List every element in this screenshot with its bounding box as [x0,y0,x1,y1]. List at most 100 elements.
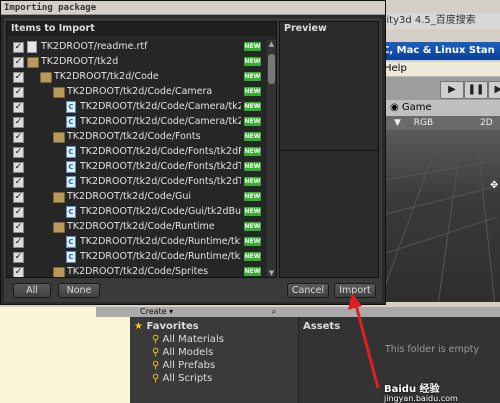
create-button[interactable]: Create [140,307,167,316]
dropdown-arrow-icon[interactable]: ▼ [394,118,401,128]
new-badge: NEW [244,222,261,231]
browser-tab-title: nity3d 4.5_百度搜索 [380,13,500,29]
items-to-import-panel: Items to Import ✓ TK2DROOT/readme.rtf NEW ✓… [6,21,277,278]
new-badge: NEW [244,117,261,126]
new-badge: NEW [244,162,261,171]
item-checkbox[interactable]: ✓ [13,132,24,143]
rgb-dropdown[interactable]: RGB [414,118,433,128]
favorite-item-label: All Materials [162,334,224,345]
item-checkbox[interactable]: ✓ [13,177,24,188]
item-label: TK2DROOT/tk2d/Code/Sprites [67,266,209,277]
favorite-item[interactable]: ⚲ All Materials [152,333,224,346]
item-label: TK2DROOT/tk2d/Code/Camera/tk2dC [80,101,241,112]
new-badge: NEW [244,72,261,81]
new-badge: NEW [244,207,261,216]
pause-button[interactable]: ❚❚ [464,81,488,99]
import-item-row[interactable]: ✓ TK2DROOT/tk2d NEW [9,55,265,69]
create-dropdown-icon[interactable]: ▾ [169,307,173,316]
step-button[interactable]: ▶| [488,81,500,99]
search-icon: ⚲ [152,347,160,358]
item-checkbox[interactable]: ✓ [13,72,24,83]
favorite-item[interactable]: ⚲ All Scripts [152,372,212,385]
import-item-row[interactable]: ✓ C TK2DROOT/tk2d/Code/Fonts/tk2dTe NEW [9,160,265,174]
item-label: TK2DROOT/tk2d/Code/Runtime/tk2dR [80,251,241,262]
item-checkbox[interactable]: ✓ [13,147,24,158]
favorite-item[interactable]: ⚲ All Models [152,346,213,359]
import-item-row[interactable]: ✓ C TK2DROOT/tk2d/Code/Fonts/tk2dTe NEW [9,175,265,189]
import-item-row[interactable]: ✓ TK2DROOT/tk2d/Code/Sprites NEW [9,265,265,277]
import-item-row[interactable]: ✓ C TK2DROOT/tk2d/Code/Runtime/tk2dE NEW [9,235,265,249]
item-checkbox[interactable]: ✓ [13,87,24,98]
item-label: TK2DROOT/tk2d/Code/Camera/tk2dC [80,116,241,127]
favorites-header[interactable]: ★ Favorites [134,320,199,333]
favorites-title: Favorites [146,321,199,332]
menu-help[interactable]: Help [384,63,407,74]
item-label: TK2DROOT/tk2d/Code/Runtime/tk2dE [80,236,241,247]
item-checkbox[interactable]: ✓ [13,192,24,203]
scroll-thumb[interactable] [268,54,275,84]
import-button[interactable]: Import [334,283,376,298]
item-label: TK2DROOT/tk2d/Code/Runtime [67,221,215,232]
game-tab[interactable]: ◉ Game [380,100,500,116]
import-item-row[interactable]: ✓ TK2DROOT/readme.rtf NEW [9,40,265,54]
item-checkbox[interactable]: ✓ [13,237,24,248]
import-item-row[interactable]: ✓ TK2DROOT/tk2d/Code NEW [9,70,265,84]
import-item-row[interactable]: ✓ TK2DROOT/tk2d/Code/Camera NEW [9,85,265,99]
import-item-row[interactable]: ✓ TK2DROOT/tk2d/Code/Fonts NEW [9,130,265,144]
baidu-watermark-url: jingyan.baidu.com [384,394,458,403]
folder-icon [27,57,39,68]
item-checkbox[interactable]: ✓ [13,252,24,263]
item-checkbox[interactable]: ✓ [13,162,24,173]
play-button[interactable]: ▶ [440,81,464,99]
select-none-button[interactable]: None [58,283,100,298]
import-item-row[interactable]: ✓ TK2DROOT/tk2d/Code/Gui NEW [9,190,265,204]
folder-icon [53,192,65,203]
import-item-row[interactable]: ✓ TK2DROOT/tk2d/Code/Runtime NEW [9,220,265,234]
folder-icon [53,87,65,98]
cursor-icon: ✥ [490,180,499,191]
item-label: TK2DROOT/tk2d/Code/Gui/tk2dButto [80,206,241,217]
item-checkbox[interactable]: ✓ [13,117,24,128]
preview-header: Preview [280,22,378,36]
game-view-icon: ◉ [390,102,399,113]
item-checkbox[interactable]: ✓ [13,102,24,113]
folder-icon [53,222,65,233]
game-tab-label: Game [401,102,432,113]
import-item-row[interactable]: ✓ C TK2DROOT/tk2d/Code/Runtime/tk2dR NEW [9,250,265,264]
tree-scrollbar[interactable]: ▲ ▼ [267,40,276,277]
new-badge: NEW [244,192,261,201]
dialog-title: Importing package [1,1,385,15]
scroll-up-icon[interactable]: ▲ [267,40,276,48]
script-file-icon: C [66,161,76,173]
game-view: ✥ [380,130,500,302]
new-badge: NEW [244,177,261,186]
item-checkbox[interactable]: ✓ [13,222,24,233]
new-badge: NEW [244,42,261,51]
import-item-row[interactable]: ✓ C TK2DROOT/tk2d/Code/Camera/tk2dC NEW [9,100,265,114]
favorite-item-label: All Scripts [162,373,213,384]
folder-icon [53,132,65,143]
import-item-row[interactable]: ✓ C TK2DROOT/tk2d/Code/Fonts/tk2dFo NEW [9,145,265,159]
cancel-button[interactable]: Cancel [287,283,329,298]
play-toolbar: ▶ ❚❚ ▶| [380,76,500,101]
item-checkbox[interactable]: ✓ [13,57,24,68]
item-checkbox[interactable]: ✓ [13,207,24,218]
item-checkbox[interactable]: ✓ [13,267,24,277]
import-item-row[interactable]: ✓ C TK2DROOT/tk2d/Code/Camera/tk2dC NEW [9,115,265,129]
item-label: TK2DROOT/tk2d/Code/Camera [67,86,213,97]
import-item-row[interactable]: ✓ C TK2DROOT/tk2d/Code/Gui/tk2dButto NEW [9,205,265,219]
item-label: TK2DROOT/tk2d/Code/Fonts/tk2dTe [80,161,241,172]
item-checkbox[interactable]: ✓ [13,42,24,53]
import-package-dialog: Importing package Items to Import ✓ TK2DR… [0,0,386,305]
favorite-item[interactable]: ⚲ All Prefabs [152,359,215,372]
new-badge: NEW [244,237,261,246]
select-all-button[interactable]: All [13,283,51,298]
item-label: TK2DROOT/tk2d/Code/Gui [67,191,191,202]
new-badge: NEW [244,57,261,66]
folder-icon [53,267,65,277]
preview-panel: Preview [279,21,379,278]
assets-title: Assets [303,321,341,332]
scroll-down-icon[interactable]: ▼ [267,269,276,277]
mode-2d-button[interactable]: 2D [480,118,493,128]
import-item-tree: ✓ TK2DROOT/readme.rtf NEW ✓ TK2DROOT/tk2d NEW… [9,40,265,277]
